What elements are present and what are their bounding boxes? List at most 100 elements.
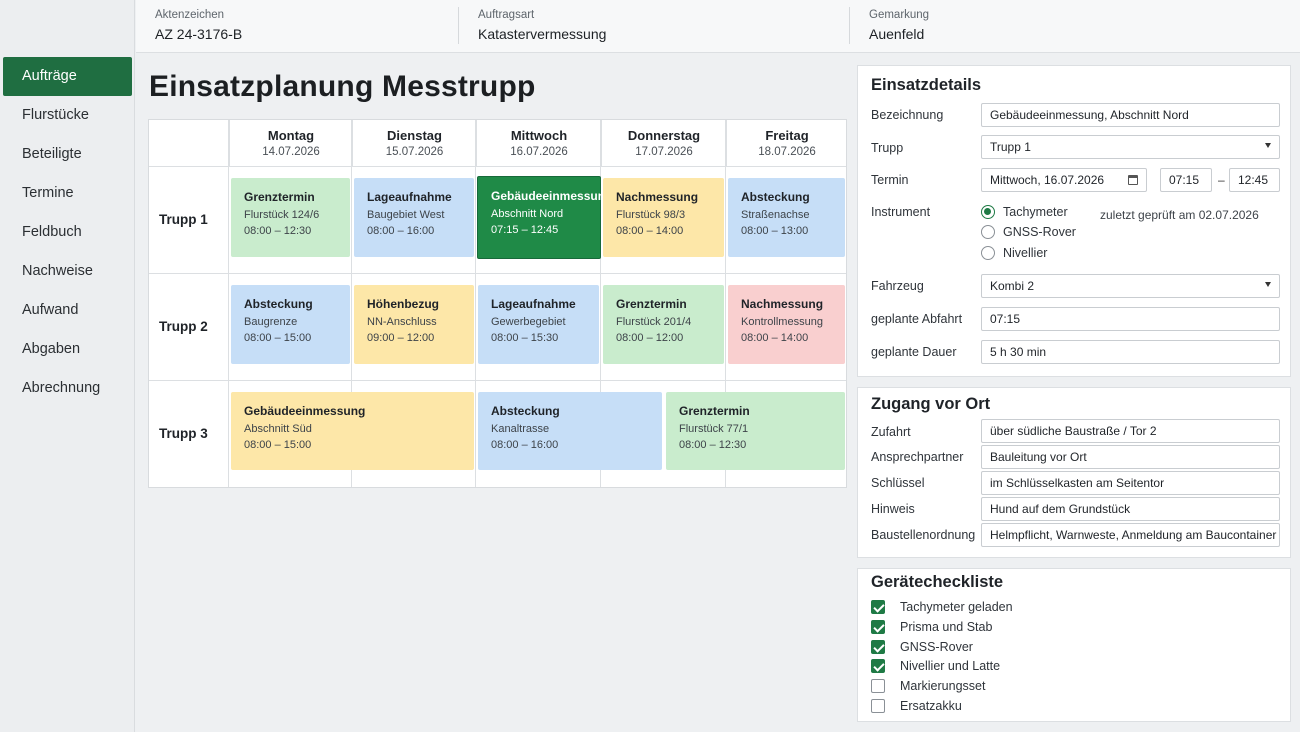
event-card[interactable]: Gebäudeeinmessung Abschnitt Süd 08:00 – … xyxy=(231,392,474,470)
gemarkung-block: Gemarkung Auenfeld xyxy=(869,0,929,53)
event-card[interactable]: Absteckung Kanaltrasse 08:00 – 16:00 xyxy=(478,392,662,470)
event-title: Lageaufnahme xyxy=(367,190,452,204)
trupp-select[interactable]: Trupp 1 xyxy=(981,135,1280,159)
abfahrt-field[interactable]: 07:15 xyxy=(981,307,1280,331)
checkbox-nivellier-und-latte[interactable] xyxy=(871,659,885,673)
event-card[interactable]: Lageaufnahme Gewerbegebiet 08:00 – 15:30 xyxy=(478,285,599,364)
event-title: Gebäudeeinmessung xyxy=(244,404,366,418)
abfahrt-label: geplante Abfahrt xyxy=(871,312,963,326)
event-subtitle: Gewerbegebiet xyxy=(491,316,566,328)
event-card-selected[interactable]: Gebäudeeinmessung Abschnitt Nord 07:15 –… xyxy=(477,176,612,259)
grid-line xyxy=(228,120,229,487)
sidebar-item-auftraege[interactable]: Aufträge xyxy=(3,57,132,96)
hinweis-field[interactable]: Hund auf dem Grundstück xyxy=(981,497,1280,521)
checkbox-tachymeter-geladen[interactable] xyxy=(871,600,885,614)
termin-date-field[interactable]: Mittwoch, 16.07.2026 xyxy=(981,168,1147,192)
day-name: Dienstag xyxy=(387,128,442,143)
day-header: Mittwoch 16.07.2026 xyxy=(476,120,601,167)
termin-to-field[interactable]: 12:45 xyxy=(1229,168,1280,192)
event-title: Nachmessung xyxy=(616,190,699,204)
row-label-trupp-2: Trupp 2 xyxy=(159,319,208,334)
context-header: Aktenzeichen AZ 24-3176-B Auftragsart Ka… xyxy=(136,0,1300,53)
geraetecheckliste-panel: Gerätecheckliste Tachymeter geladen Pris… xyxy=(857,568,1291,722)
event-subtitle: NN-Anschluss xyxy=(367,316,437,328)
event-subtitle: Straßenachse xyxy=(741,209,810,221)
sidebar-item-beteiligte[interactable]: Beteiligte xyxy=(0,135,135,174)
event-subtitle: Flurstück 77/1 xyxy=(679,423,749,435)
event-subtitle: Kontrollmessung xyxy=(741,316,823,328)
radio-tachymeter-label: Tachymeter xyxy=(1003,205,1068,219)
checkbox-ersatzakku[interactable] xyxy=(871,699,885,713)
schluessel-field[interactable]: im Schlüsselkasten am Seitentor xyxy=(981,471,1280,495)
row-label-trupp-1: Trupp 1 xyxy=(159,212,208,227)
radio-tachymeter[interactable] xyxy=(981,205,995,219)
ansprechpartner-field[interactable]: Bauleitung vor Ort xyxy=(981,445,1280,469)
sidebar-item-termine[interactable]: Termine xyxy=(0,174,135,213)
bezeichnung-field[interactable]: Gebäudeeinmessung, Abschnitt Nord xyxy=(981,103,1280,127)
day-header: Donnerstag 17.07.2026 xyxy=(601,120,726,167)
sidebar: Aufträge Flurstücke Beteiligte Termine F… xyxy=(0,0,135,732)
event-card[interactable]: Nachmessung Flurstück 98/3 08:00 – 14:00 xyxy=(603,178,724,257)
event-title: Lageaufnahme xyxy=(491,297,576,311)
termin-label: Termin xyxy=(871,173,909,187)
fahrzeug-select[interactable]: Kombi 2 xyxy=(981,274,1280,298)
trupp-value: Trupp 1 xyxy=(990,140,1031,154)
event-subtitle: Abschnitt Nord xyxy=(491,208,564,220)
time-range-dash: – xyxy=(1218,173,1225,187)
ansprechpartner-label: Ansprechpartner xyxy=(871,450,964,464)
radio-gnss-rover[interactable] xyxy=(981,225,995,239)
termin-from-field[interactable]: 07:15 xyxy=(1160,168,1212,192)
gemarkung-label: Gemarkung xyxy=(869,9,930,21)
event-card[interactable]: Nachmessung Kontrollmessung 08:00 – 14:0… xyxy=(728,285,845,364)
dauer-field[interactable]: 5 h 30 min xyxy=(981,340,1280,364)
checkbox-label: GNSS-Rover xyxy=(900,640,973,654)
baustellenordnung-field[interactable]: Helmpflicht, Warnweste, Anmeldung am Bau… xyxy=(981,523,1280,547)
checkbox-prisma-und-stab[interactable] xyxy=(871,620,885,634)
calendar-icon[interactable] xyxy=(1128,175,1138,185)
sidebar-item-nachweise[interactable]: Nachweise xyxy=(0,252,135,291)
aktenzeichen-block: Aktenzeichen AZ 24-3176-B xyxy=(155,0,242,53)
sidebar-item-aufwand[interactable]: Aufwand xyxy=(0,291,135,330)
radio-nivellier[interactable] xyxy=(981,246,995,260)
event-title: Höhenbezug xyxy=(367,297,439,311)
day-name: Donnerstag xyxy=(627,128,701,143)
day-header: Freitag 18.07.2026 xyxy=(726,120,847,167)
radio-nivellier-label: Nivellier xyxy=(1003,246,1048,260)
sidebar-nav: Aufträge Flurstücke Beteiligte Termine F… xyxy=(0,57,135,408)
event-time: 08:00 – 15:00 xyxy=(244,332,312,344)
checkbox-label: Prisma und Stab xyxy=(900,620,993,634)
grid-line xyxy=(475,120,476,487)
instrument-check-note: zuletzt geprüft am 02.07.2026 xyxy=(1100,208,1259,222)
page-title: Einsatzplanung Messtrupp xyxy=(149,70,536,103)
event-title: Grenztermin xyxy=(679,404,750,418)
event-card[interactable]: Lageaufnahme Baugebiet West 08:00 – 16:0… xyxy=(354,178,474,257)
event-subtitle: Baugebiet West xyxy=(367,209,445,221)
event-card[interactable]: Grenztermin Flurstück 124/6 08:00 – 12:3… xyxy=(231,178,350,257)
event-time: 08:00 – 15:00 xyxy=(244,439,312,451)
checkbox-label: Ersatzakku xyxy=(900,699,962,713)
event-subtitle: Baugrenze xyxy=(244,316,298,328)
sidebar-item-abrechnung[interactable]: Abrechnung xyxy=(0,369,135,408)
sidebar-item-feldbuch[interactable]: Feldbuch xyxy=(0,213,135,252)
event-card[interactable]: Grenztermin Flurstück 77/1 08:00 – 12:30 xyxy=(666,392,845,470)
event-card[interactable]: Grenztermin Flurstück 201/4 08:00 – 12:0… xyxy=(603,285,724,364)
event-card[interactable]: Absteckung Baugrenze 08:00 – 15:00 xyxy=(231,285,350,364)
day-date: 15.07.2026 xyxy=(385,146,444,158)
event-title: Absteckung xyxy=(244,297,313,311)
row-label-trupp-3: Trupp 3 xyxy=(159,426,208,441)
event-card[interactable]: Absteckung Straßenachse 08:00 – 13:00 xyxy=(728,178,845,257)
event-title: Nachmessung xyxy=(741,297,824,311)
einsatzdetails-title: Einsatzdetails xyxy=(871,76,982,94)
checkbox-label: Markierungsset xyxy=(900,679,986,693)
checkbox-gnss-rover[interactable] xyxy=(871,640,885,654)
schluessel-label: Schlüssel xyxy=(871,476,925,490)
hinweis-label: Hinweis xyxy=(871,502,915,516)
sidebar-item-flurstuecke[interactable]: Flurstücke xyxy=(0,96,135,135)
sidebar-item-abgaben[interactable]: Abgaben xyxy=(0,330,135,369)
zugang-title: Zugang vor Ort xyxy=(871,395,991,413)
event-time: 09:00 – 12:00 xyxy=(367,332,435,344)
checkbox-markierungsset[interactable] xyxy=(871,679,885,693)
zufahrt-field[interactable]: über südliche Baustraße / Tor 2 xyxy=(981,419,1280,443)
bezeichnung-label: Bezeichnung xyxy=(871,108,944,122)
event-card[interactable]: Höhenbezug NN-Anschluss 09:00 – 12:00 xyxy=(354,285,474,364)
